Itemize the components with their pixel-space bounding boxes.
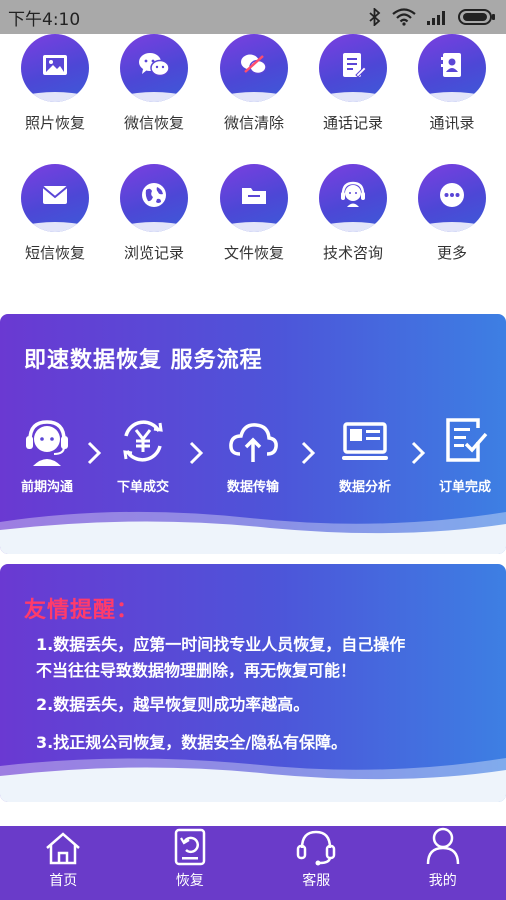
process-step: 订单完成 bbox=[420, 414, 506, 514]
bottom-nav: 首页 恢复 客服 我的 bbox=[0, 826, 506, 900]
chevron-right-icon bbox=[189, 441, 204, 465]
monitor-analysis-icon bbox=[342, 422, 388, 460]
battery-icon bbox=[458, 9, 495, 25]
folder-icon bbox=[220, 164, 288, 232]
profile-icon bbox=[426, 827, 459, 865]
browser-history-icon bbox=[120, 164, 188, 232]
reminder-card: 友情提醒： 1.数据丢失，应第一时间找专业人员恢复，自己操作 不当往往导致数据物… bbox=[0, 564, 506, 802]
process-step-label: 数据分析 bbox=[338, 480, 391, 495]
grid-label: 通讯录 bbox=[429, 114, 475, 132]
grid-label: 浏览记录 bbox=[123, 244, 184, 262]
wifi-icon bbox=[392, 8, 416, 26]
function-grid-row-1: 照片恢复 微信恢复 微信清除 通话记录 通讯录 bbox=[0, 34, 506, 144]
process-steps: 前期沟通 下单成交 数据传输 数据分析 订单完成 bbox=[0, 414, 506, 514]
service-process-card: 即速数据恢复 服务流程 前期沟通 下单成交 数据传输 数据分析 订单完成 bbox=[0, 314, 506, 554]
call-log-icon bbox=[319, 34, 387, 102]
process-step: 下单成交 bbox=[98, 414, 188, 514]
grid-label: 短信恢复 bbox=[24, 244, 85, 262]
status-time: 下午4:10 bbox=[8, 9, 81, 30]
process-step: 前期沟通 bbox=[2, 414, 92, 514]
chevron-right-icon bbox=[301, 441, 316, 465]
grid-label: 技术咨询 bbox=[322, 244, 383, 262]
grid-item-wechat-recovery[interactable]: 微信恢复 bbox=[104, 34, 204, 144]
home-icon bbox=[46, 832, 81, 865]
grid-item-browser-history[interactable]: 浏览记录 bbox=[104, 164, 204, 274]
bluetooth-icon bbox=[369, 8, 381, 26]
wechat-icon bbox=[120, 34, 188, 102]
sms-icon bbox=[21, 164, 89, 232]
nav-label: 我的 bbox=[428, 873, 457, 889]
status-icons bbox=[368, 8, 496, 26]
support-icon bbox=[319, 164, 387, 232]
photo-icon bbox=[21, 34, 89, 102]
grid-item-tech-support[interactable]: 技术咨询 bbox=[303, 164, 403, 274]
grid-label: 照片恢复 bbox=[24, 114, 85, 132]
cloud-upload-icon bbox=[229, 423, 278, 462]
reminder-item-2: 2.数据丢失，越早恢复则成功率越高。 bbox=[36, 695, 310, 714]
status-bar: 下午4:10 bbox=[0, 0, 506, 34]
grid-item-sms-recovery[interactable]: 短信恢复 bbox=[5, 164, 105, 274]
process-title: 即速数据恢复 服务流程 bbox=[24, 348, 263, 373]
function-grid-row-2: 短信恢复 浏览记录 文件恢复 技术咨询 更多 bbox=[0, 164, 506, 274]
reminder-item-1-line-2: 不当往往导致数据物理删除，再无恢复可能！ bbox=[36, 661, 357, 680]
more-icon bbox=[418, 164, 486, 232]
document-check-icon bbox=[446, 418, 488, 462]
nav-item-home[interactable]: 首页 bbox=[0, 826, 127, 900]
reminder-item-1-line-1: 1.数据丢失，应第一时间找专业人员恢复，自己操作 bbox=[36, 635, 406, 654]
grid-label: 微信清除 bbox=[223, 114, 284, 132]
grid-item-wechat-clear[interactable]: 微信清除 bbox=[204, 34, 304, 144]
reminder-title: 友情提醒： bbox=[24, 598, 140, 623]
nav-label: 客服 bbox=[302, 873, 331, 889]
nav-label: 恢复 bbox=[175, 873, 204, 889]
nav-item-recover[interactable]: 恢复 bbox=[127, 826, 254, 900]
wave-decoration bbox=[0, 758, 506, 802]
nav-label: 首页 bbox=[49, 873, 78, 889]
process-step: 数据分析 bbox=[320, 414, 410, 514]
process-step: 数据传输 bbox=[208, 414, 298, 514]
headset-icon bbox=[26, 420, 68, 466]
signal-icon bbox=[427, 11, 445, 25]
nav-item-profile[interactable]: 我的 bbox=[380, 826, 506, 900]
grid-label: 通话记录 bbox=[322, 114, 383, 132]
contacts-icon bbox=[418, 34, 486, 102]
process-step-label: 数据传输 bbox=[226, 480, 279, 495]
grid-label: 文件恢复 bbox=[223, 244, 284, 262]
process-step-label: 下单成交 bbox=[116, 480, 169, 495]
customer-service-icon bbox=[297, 830, 336, 866]
grid-item-more[interactable]: 更多 bbox=[402, 164, 502, 274]
grid-label: 更多 bbox=[436, 244, 467, 262]
grid-item-file-recovery[interactable]: 文件恢复 bbox=[204, 164, 304, 274]
grid-item-contacts[interactable]: 通讯录 bbox=[402, 34, 502, 144]
recover-icon bbox=[174, 828, 205, 866]
wechat-clear-icon bbox=[220, 34, 288, 102]
yuan-cycle-icon bbox=[123, 420, 163, 462]
process-step-label: 前期沟通 bbox=[20, 480, 73, 495]
nav-item-customer-service[interactable]: 客服 bbox=[253, 826, 380, 900]
wave-decoration bbox=[0, 511, 506, 554]
grid-label: 微信恢复 bbox=[123, 114, 184, 132]
grid-item-photo-recovery[interactable]: 照片恢复 bbox=[5, 34, 105, 144]
process-step-label: 订单完成 bbox=[438, 480, 491, 495]
grid-item-call-log[interactable]: 通话记录 bbox=[303, 34, 403, 144]
